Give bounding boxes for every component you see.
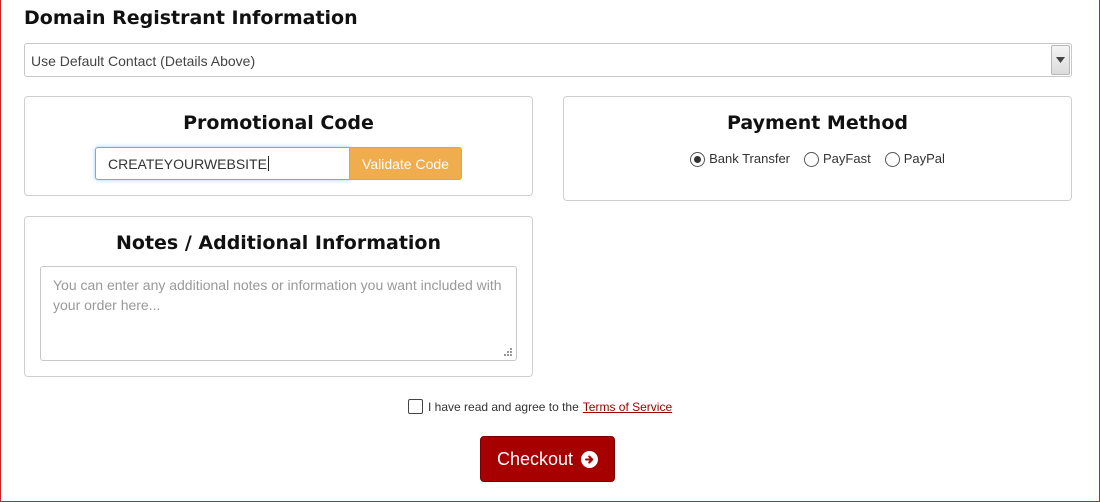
section-title-registrant: Domain Registrant Information [24, 7, 358, 29]
notes-title: Notes / Additional Information [115, 232, 442, 254]
payment-method-panel: Payment Method Bank Transfer PayFast Pay… [563, 96, 1072, 201]
select-value: Use Default Contact (Details Above) [31, 53, 256, 69]
notes-placeholder: You can enter any additional notes or in… [53, 277, 502, 313]
promo-code-title: Promotional Code [183, 112, 374, 134]
promo-code-value: CREATEYOURWEBSITE [108, 156, 267, 172]
terms-text: I have read and agree to the [428, 399, 579, 414]
checkout-button[interactable]: Checkout [480, 436, 615, 482]
radio-button[interactable] [690, 152, 706, 167]
payment-option-paypal[interactable]: PayPal [884, 149, 945, 167]
payment-option-label: PayFast [823, 150, 871, 166]
terms-checkbox[interactable] [408, 399, 423, 414]
notes-panel: Notes / Additional Information You can e… [24, 216, 533, 377]
chevron-down-icon[interactable] [1051, 45, 1070, 75]
terms-of-service-link[interactable]: Terms of Service [583, 400, 672, 414]
payment-options: Bank Transfer PayFast PayPal [564, 149, 1071, 167]
arrow-circle-right-icon [581, 450, 599, 468]
checkout-label: Checkout [496, 448, 574, 469]
payment-option-label: PayPal [903, 150, 945, 166]
payment-option-payfast[interactable]: PayFast [804, 149, 871, 167]
promo-code-panel: Promotional Code CREATEYOURWEBSITE Valid… [24, 96, 533, 196]
payment-option-label: Bank Transfer [709, 150, 791, 166]
promo-code-input[interactable]: CREATEYOURWEBSITE [95, 147, 350, 180]
terms-agreement: I have read and agree to the Terms of Se… [408, 399, 672, 414]
payment-method-title: Payment Method [726, 112, 908, 134]
radio-button[interactable] [804, 152, 820, 167]
validate-code-button[interactable]: Validate Code [349, 147, 462, 180]
resize-grip-icon[interactable] [503, 347, 513, 357]
registrant-contact-select[interactable]: Use Default Contact (Details Above) [24, 43, 1072, 77]
notes-textarea[interactable]: You can enter any additional notes or in… [40, 266, 517, 361]
text-caret [267, 156, 269, 171]
radio-button[interactable] [884, 152, 900, 167]
payment-option-bank-transfer[interactable]: Bank Transfer [690, 149, 790, 167]
